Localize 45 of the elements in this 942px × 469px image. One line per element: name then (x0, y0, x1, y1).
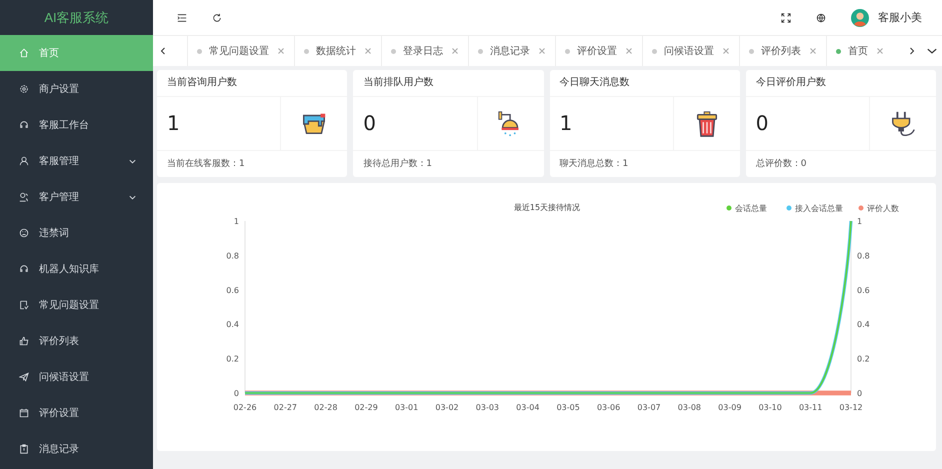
legend-label: 评价人数 (867, 204, 899, 213)
stat-value: 1 (166, 110, 181, 137)
x-axis-label: 02-29 (354, 403, 378, 412)
card-footer-text: 总评价数：0 (754, 158, 808, 171)
x-axis-label: 03-08 (678, 403, 702, 412)
stat-value: 0 (754, 110, 770, 137)
x-axis-label: 03-07 (637, 403, 661, 412)
y-axis-label: 0.2 (226, 354, 239, 364)
y-axis-label: 0.4 (857, 320, 870, 330)
y-axis-label: 0.8 (857, 251, 870, 260)
y-axis-label: 0.6 (857, 286, 870, 295)
x-axis-label: 03-02 (435, 403, 459, 412)
stat-value: 0 (362, 110, 377, 137)
x-axis-label: 03-04 (516, 403, 540, 412)
card-footer-text: 当前在线客服数：1 (166, 158, 246, 171)
x-axis-label: 02-27 (274, 403, 298, 412)
y-axis-label: 1 (234, 217, 239, 226)
app-logo-text: AI客服系统 (43, 9, 110, 27)
x-axis-label: 02-26 (233, 403, 257, 412)
chart-title: 最近15天接待情况 (514, 203, 580, 212)
card-title: 当前排队用户数 (353, 70, 544, 97)
y-axis-label: 0 (234, 389, 239, 398)
x-axis-label: 03-05 (556, 403, 580, 412)
x-axis-label: 03-12 (839, 403, 863, 412)
stat-value: 1 (558, 110, 574, 137)
x-axis-label: 03-03 (476, 403, 500, 412)
card-footer-text: 接待总用户数：1 (362, 158, 433, 171)
y-axis-label: 0.4 (226, 320, 239, 330)
card-title: 今日评价用户数 (746, 70, 936, 97)
x-axis-label: 03-11 (798, 403, 822, 412)
x-axis-label: 03-09 (718, 403, 742, 412)
y-axis-label: 1 (857, 217, 862, 226)
card-title: 今日聊天消息数 (550, 70, 740, 97)
y-axis-label: 0.8 (226, 251, 239, 260)
y-axis-label: 0 (857, 389, 862, 398)
card-footer-text: 聊天消息总数：1 (558, 158, 630, 171)
x-axis-label: 03-06 (596, 403, 620, 412)
card-title: 当前咨询用户数 (157, 70, 348, 97)
legend-label: 接入会话总量 (795, 204, 843, 213)
x-axis-label: 03-10 (758, 403, 782, 412)
x-axis-label: 02-28 (314, 403, 338, 412)
x-axis-label: 03-01 (394, 403, 418, 412)
y-axis-label: 0.6 (226, 286, 239, 295)
y-axis-label: 0.2 (857, 354, 870, 364)
legend-label: 会话总量 (735, 204, 767, 213)
